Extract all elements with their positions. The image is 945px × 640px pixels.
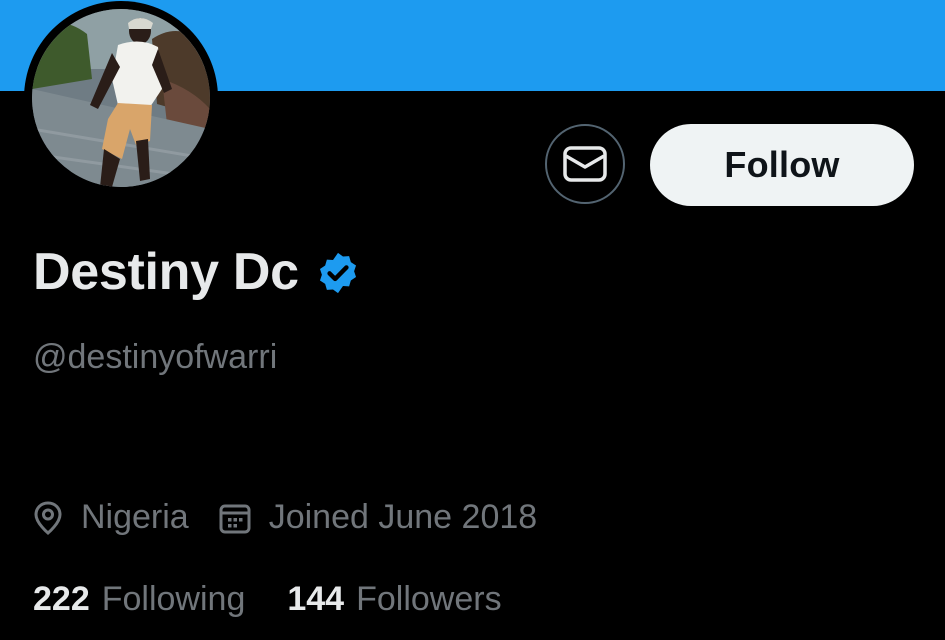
- followers-link[interactable]: 144 Followers: [287, 580, 501, 619]
- verified-badge-icon[interactable]: [315, 250, 361, 296]
- avatar-photo: [32, 9, 210, 187]
- following-label: Following: [101, 580, 246, 618]
- followers-label: Followers: [356, 580, 502, 618]
- location-text: Nigeria: [81, 498, 189, 536]
- follow-stats: 222 Following 144 Followers: [33, 580, 502, 619]
- follow-button[interactable]: Follow: [650, 124, 914, 206]
- followers-count: 144: [287, 580, 345, 618]
- following-link[interactable]: 222 Following: [33, 580, 245, 619]
- profile-meta: Nigeria Joined June 2018: [33, 498, 537, 537]
- joined-item: Joined June 2018: [219, 498, 537, 537]
- following-count: 222: [33, 580, 90, 618]
- joined-date-text: Joined June 2018: [268, 498, 538, 536]
- location-item: Nigeria: [33, 498, 189, 537]
- username-handle: @destinyofwarri: [33, 338, 278, 376]
- envelope-icon: [563, 146, 607, 182]
- calendar-icon: [219, 504, 251, 533]
- message-button[interactable]: [545, 124, 625, 204]
- location-pin-icon: [34, 500, 62, 535]
- profile-name-row: Destiny Dc: [33, 242, 361, 302]
- display-name: Destiny Dc: [33, 243, 299, 301]
- avatar[interactable]: [24, 1, 218, 195]
